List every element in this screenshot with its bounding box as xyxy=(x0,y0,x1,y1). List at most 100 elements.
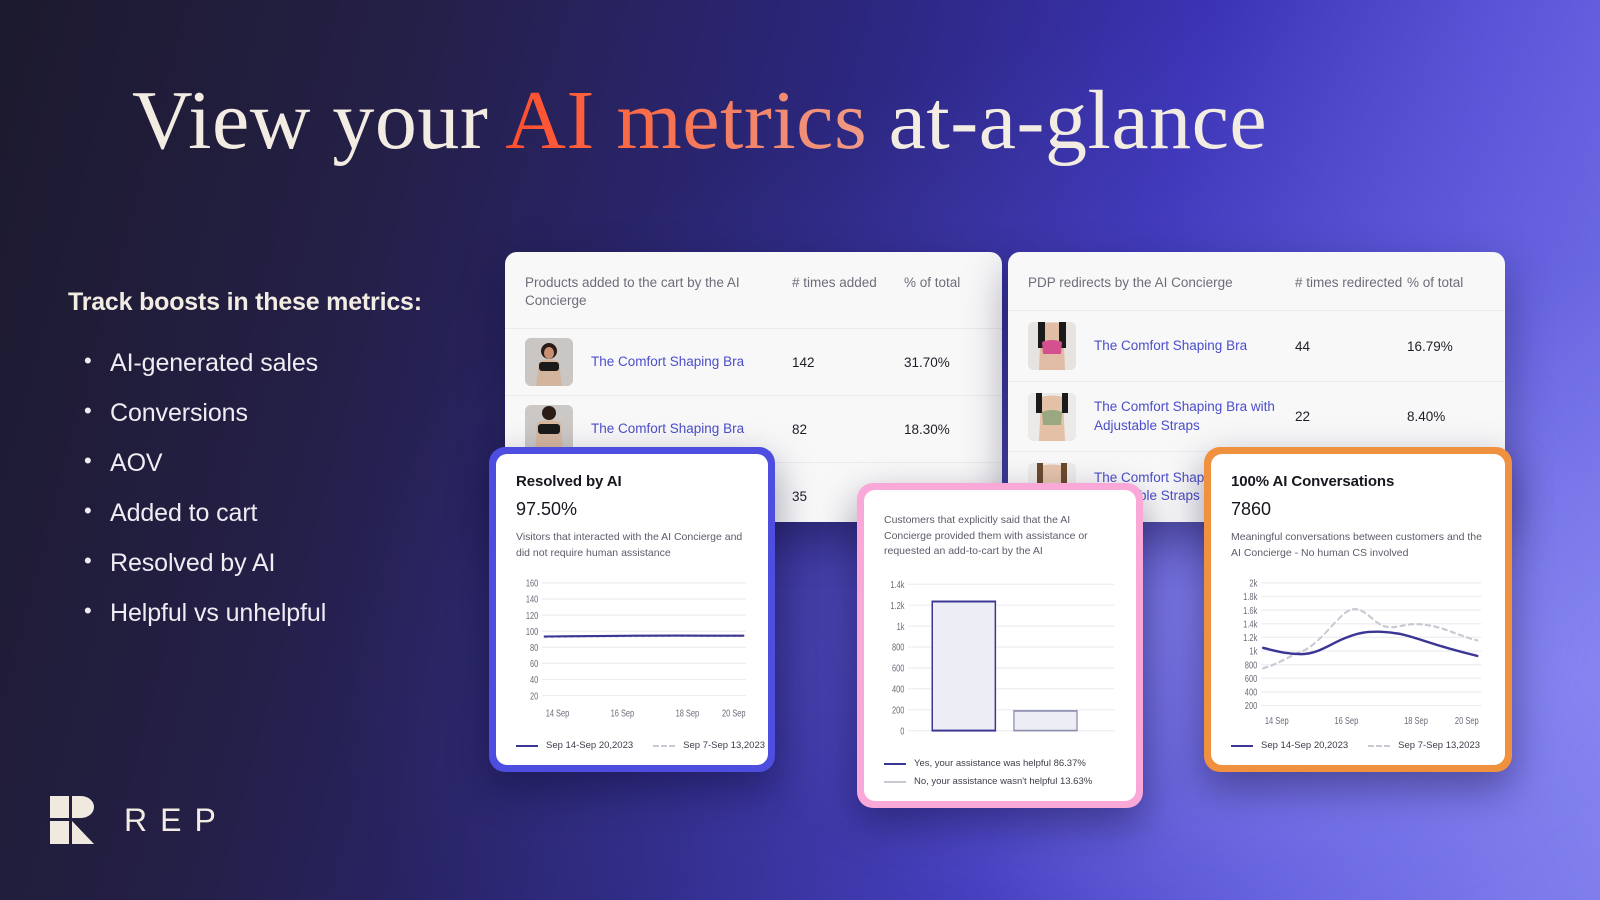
svg-text:16 Sep: 16 Sep xyxy=(611,708,635,719)
legend-swatch-solid-icon xyxy=(884,762,906,765)
product-name-link[interactable]: The Comfort Shaping Bra xyxy=(1094,337,1295,356)
svg-text:80: 80 xyxy=(530,642,538,653)
svg-text:1.4k: 1.4k xyxy=(1243,619,1258,630)
svg-text:600: 600 xyxy=(892,662,905,673)
product-thumbnail xyxy=(1028,322,1076,371)
rep-logo: REP xyxy=(50,796,229,844)
svg-text:16 Sep: 16 Sep xyxy=(1334,715,1358,726)
times-added-value: 82 xyxy=(792,421,808,437)
list-item: Conversions xyxy=(68,398,488,428)
svg-text:14 Sep: 14 Sep xyxy=(546,708,570,719)
svg-text:18 Sep: 18 Sep xyxy=(676,708,700,719)
table-header-row: PDP redirects by the AI Concierge # time… xyxy=(1008,252,1505,312)
page-title: View your AI metrics at-a-glance xyxy=(132,76,1267,165)
svg-text:1k: 1k xyxy=(1249,646,1257,657)
legend-swatch-grey-icon xyxy=(884,780,906,783)
chart-legend: Yes, your assistance was helpful 86.37% … xyxy=(884,758,1116,787)
line-chart-svg: 160 140 120 100 80 60 40 20 14 Sep 16 Se… xyxy=(526,578,747,719)
product-name-link[interactable]: The Comfort Shaping Bra xyxy=(591,353,792,372)
resolved-by-ai-chart: 160 140 120 100 80 60 40 20 14 Sep 16 Se… xyxy=(516,573,748,734)
metrics-list-section: Track boosts in these metrics: AI-genera… xyxy=(68,288,488,649)
legend-label: Sep 7-Sep 13,2023 xyxy=(1398,740,1481,751)
legend-item-previous: Sep 7-Sep 13,2023 xyxy=(653,740,765,751)
percent-of-total-value: 31.70% xyxy=(904,354,950,370)
list-item: Added to cart xyxy=(68,498,488,528)
ai-conversations-card: 100% AI Conversations 7860 Meaningful co… xyxy=(1204,447,1512,772)
rep-logo-text: REP xyxy=(124,801,229,838)
svg-text:20 Sep: 20 Sep xyxy=(722,708,746,719)
legend-swatch-dashed-icon xyxy=(1368,744,1391,747)
resolved-by-ai-card: Resolved by AI 97.50% Visitors that inte… xyxy=(489,447,775,772)
svg-text:600: 600 xyxy=(1245,673,1258,684)
chart-legend: Sep 14-Sep 20,2023 Sep 7-Sep 13,2023 xyxy=(516,740,765,751)
table-row[interactable]: The Comfort Shaping Bra 44 16.79% xyxy=(1008,311,1505,382)
svg-text:400: 400 xyxy=(892,683,905,694)
column-header-percent: % of total xyxy=(904,275,961,290)
svg-text:400: 400 xyxy=(1245,687,1258,698)
svg-text:60: 60 xyxy=(530,658,538,669)
svg-text:20 Sep: 20 Sep xyxy=(1455,715,1479,726)
headline-part1: View your xyxy=(132,74,506,167)
metrics-bullet-list: AI-generated sales Conversions AOV Added… xyxy=(68,348,488,628)
svg-text:2k: 2k xyxy=(1249,578,1257,589)
card-title: 100% AI Conversations xyxy=(1231,473,1395,490)
chart-legend: Sep 14-Sep 20,2023 Sep 7-Sep 13,2023 xyxy=(1231,740,1485,751)
ai-conversations-chart: 2k 1.8k 1.6k 1.4k 1.2k 1k 800 600 400 20… xyxy=(1231,573,1485,734)
product-thumbnail xyxy=(1028,392,1076,441)
legend-swatch-solid-icon xyxy=(1231,744,1253,747)
legend-label: Sep 14-Sep 20,2023 xyxy=(1261,740,1349,751)
helpful-vs-unhelpful-chart: 1.4k 1.2k 1k 800 600 400 200 0 xyxy=(884,572,1116,756)
svg-text:200: 200 xyxy=(1245,700,1258,711)
list-item: AOV xyxy=(68,448,488,478)
svg-text:800: 800 xyxy=(1245,659,1258,670)
svg-text:1.6k: 1.6k xyxy=(1243,605,1258,616)
card-description: Customers that explicitly said that the … xyxy=(884,514,1088,558)
svg-text:40: 40 xyxy=(530,674,538,685)
svg-text:1k: 1k xyxy=(897,620,905,631)
table-header-row: Products added to the cart by the AI Con… xyxy=(505,252,1002,330)
list-item: Resolved by AI xyxy=(68,548,488,578)
percent-of-total-value: 18.30% xyxy=(904,421,950,437)
list-item: AI-generated sales xyxy=(68,348,488,378)
legend-item-helpful: Yes, your assistance was helpful 86.37% xyxy=(884,758,1086,769)
svg-text:14 Sep: 14 Sep xyxy=(1265,715,1289,726)
card-title: Resolved by AI xyxy=(516,473,622,490)
svg-text:200: 200 xyxy=(892,704,905,715)
line-chart-svg: 2k 1.8k 1.6k 1.4k 1.2k 1k 800 600 400 20… xyxy=(1243,578,1482,726)
product-name-link[interactable]: The Comfort Shaping Bra xyxy=(591,420,792,439)
list-item: Helpful vs unhelpful xyxy=(68,598,488,628)
column-header-product: PDP redirects by the AI Concierge xyxy=(1028,275,1233,290)
column-header-count: # times redirected xyxy=(1295,275,1403,290)
svg-text:18 Sep: 18 Sep xyxy=(1404,715,1428,726)
table-row[interactable]: The Comfort Shaping Bra 142 31.70% xyxy=(505,329,1002,397)
model-photo-icon xyxy=(1028,392,1076,441)
headline-accent: AI metrics xyxy=(505,74,868,167)
legend-label: Yes, your assistance was helpful 86.37% xyxy=(914,758,1086,769)
svg-text:20: 20 xyxy=(530,690,538,701)
bar-chart-svg: 1.4k 1.2k 1k 800 600 400 200 0 xyxy=(890,579,1115,736)
svg-text:1.8k: 1.8k xyxy=(1243,591,1258,602)
product-thumbnail xyxy=(525,338,573,387)
table-row[interactable]: The Comfort Shaping Bra with Adjustable … xyxy=(1008,382,1505,453)
legend-item-unhelpful: No, your assistance wasn't helpful 13.63… xyxy=(884,776,1092,787)
svg-text:100: 100 xyxy=(526,626,538,637)
svg-text:1.4k: 1.4k xyxy=(890,579,905,590)
legend-item-current: Sep 14-Sep 20,2023 xyxy=(1231,740,1348,751)
column-header-percent: % of total xyxy=(1407,275,1464,290)
legend-item-previous: Sep 7-Sep 13,2023 xyxy=(1368,740,1480,751)
percent-of-total-value: 8.40% xyxy=(1407,409,1446,425)
column-header-product: Products added to the cart by the AI Con… xyxy=(525,275,740,309)
rep-r-mark-icon xyxy=(50,796,94,844)
svg-text:160: 160 xyxy=(526,578,538,589)
percent-of-total-value: 16.79% xyxy=(1407,338,1453,354)
card-value: 97.50% xyxy=(516,499,578,519)
svg-text:120: 120 xyxy=(526,610,538,621)
card-value: 7860 xyxy=(1231,499,1272,519)
product-name-link[interactable]: The Comfort Shaping Bra with Adjustable … xyxy=(1094,398,1295,435)
metrics-list-title: Track boosts in these metrics: xyxy=(68,288,422,316)
svg-text:1.2k: 1.2k xyxy=(1243,632,1258,643)
card-description: Visitors that interacted with the AI Con… xyxy=(516,531,743,559)
legend-swatch-solid-icon xyxy=(516,744,538,747)
legend-label: No, your assistance wasn't helpful 13.63… xyxy=(914,776,1093,787)
svg-text:1.2k: 1.2k xyxy=(890,599,905,610)
